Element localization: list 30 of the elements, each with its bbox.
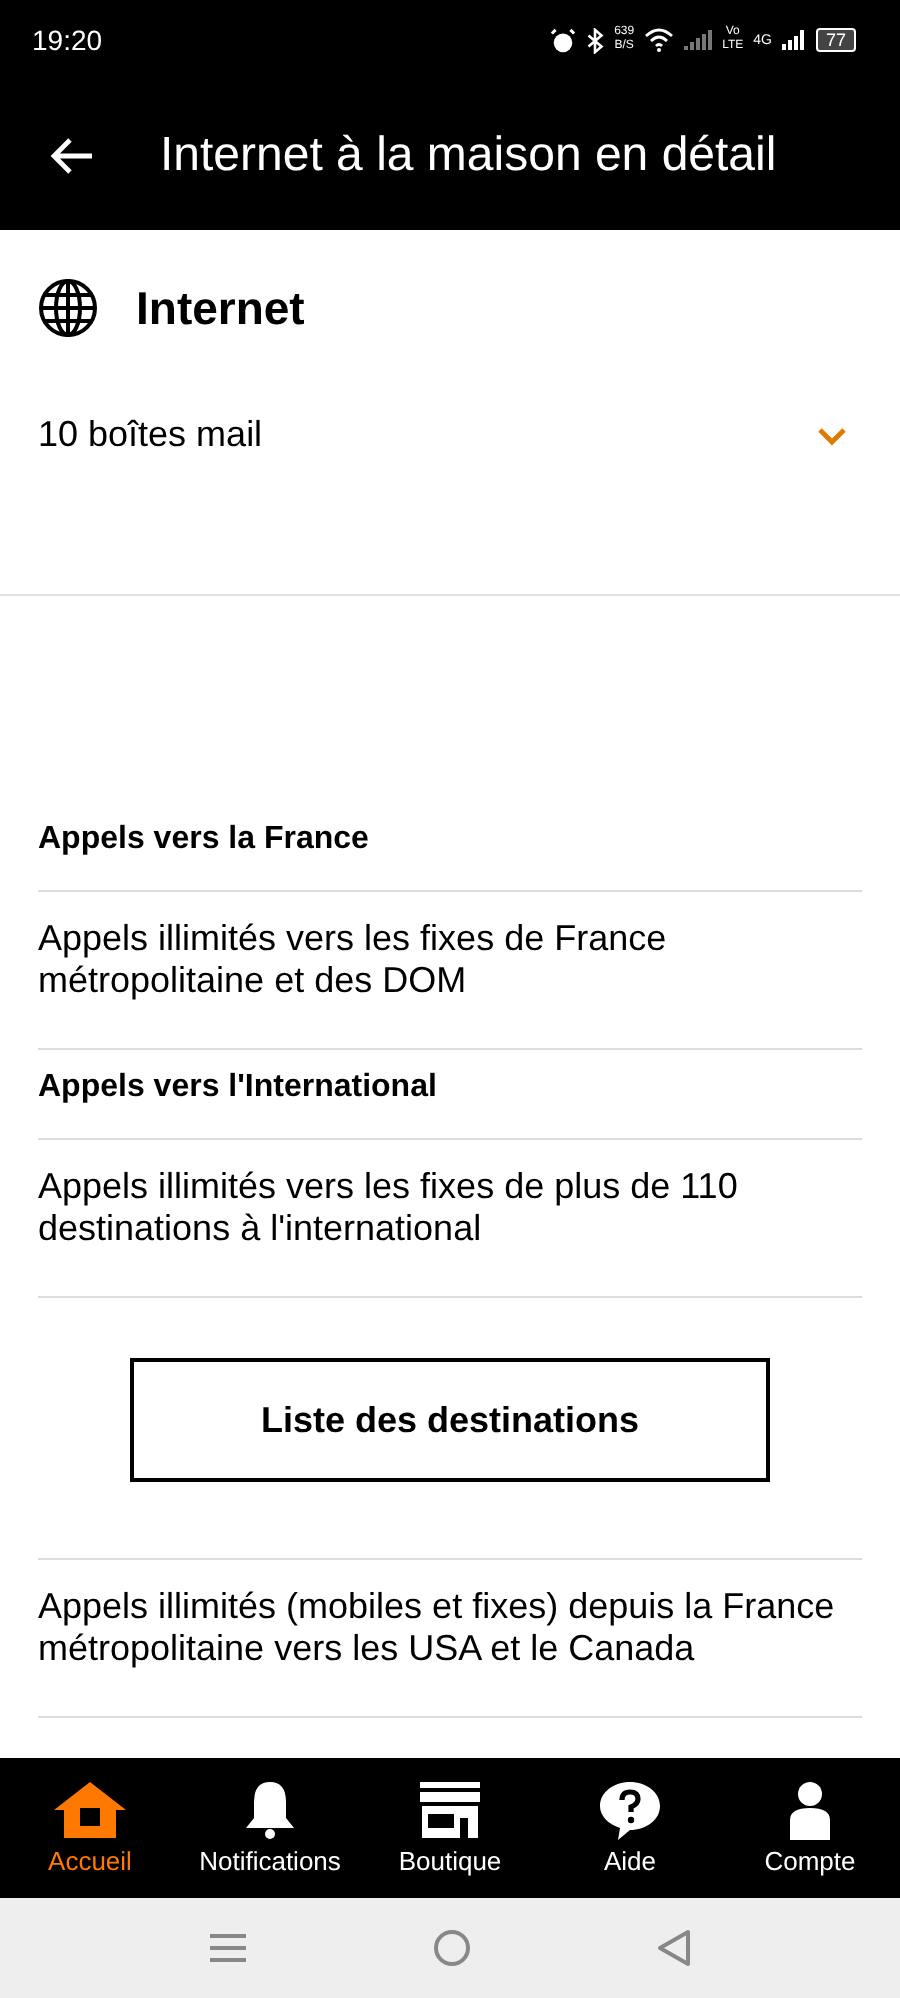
home-icon — [52, 1780, 128, 1840]
menu-icon[interactable] — [208, 1932, 248, 1964]
battery-indicator: 77 — [815, 28, 856, 52]
section-heading: Appels vers l'International — [38, 1070, 437, 1104]
help-icon — [598, 1780, 662, 1840]
bell-icon — [244, 1780, 296, 1840]
wifi-icon — [644, 28, 675, 52]
section-heading: Appels vers la France — [38, 822, 369, 856]
destinations-button[interactable]: Liste des destinations — [130, 1358, 770, 1482]
status-time: 19:20 — [32, 24, 103, 56]
home-button-icon[interactable] — [432, 1928, 472, 1968]
signal-icon — [684, 30, 713, 50]
plan-feature: Appels illimités vers les fixes de France métropolitaine et des DOM — [38, 918, 667, 1000]
nav-tab[interactable]: Compte — [720, 1758, 900, 1898]
plan-feature: Appels illimités vers les fixes de plus de 110 destinations à l'international — [38, 1166, 738, 1248]
page-title: Internet à la maison en détail — [160, 127, 777, 183]
chevron-icon[interactable] — [816, 425, 848, 445]
globe-icon — [38, 278, 98, 338]
nav-tab[interactable]: Notifications — [180, 1758, 360, 1898]
mailbox-count: 10 boîtes mail — [38, 414, 263, 456]
nav-tab[interactable]: Accueil — [0, 1758, 180, 1898]
section-title: Internet — [136, 281, 305, 335]
person-icon — [788, 1780, 832, 1840]
alarm-icon — [550, 27, 577, 53]
signal-icon — [781, 30, 806, 50]
nav-tab[interactable]: Boutique — [360, 1758, 540, 1898]
plan-feature: Appels illimités (mobiles et fixes) depuis la France métropolitaine vers les USA et le Canada — [38, 1586, 835, 1668]
nav-tab[interactable]: Aide — [540, 1758, 720, 1898]
shop-icon — [418, 1780, 482, 1840]
bluetooth-icon — [586, 27, 605, 53]
